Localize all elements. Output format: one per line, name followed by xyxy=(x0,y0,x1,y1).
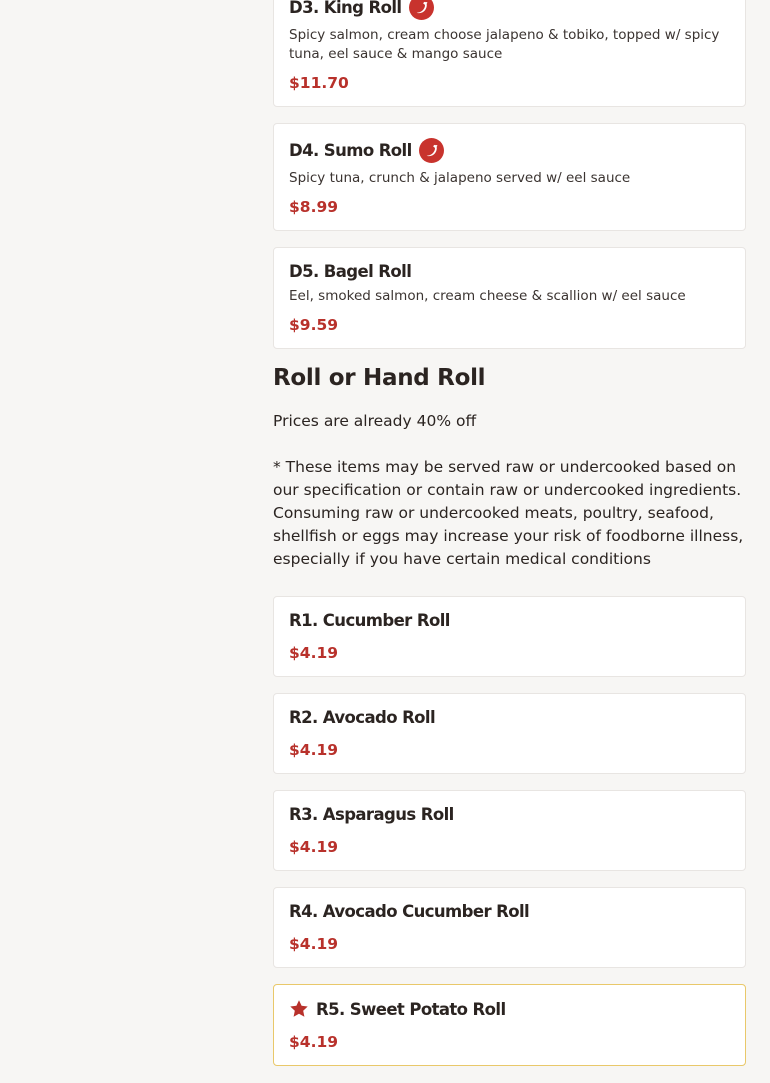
menu-item-title: D5. Bagel Roll xyxy=(289,262,412,281)
menu-item-description: Eel, smoked salmon, cream cheese & scall… xyxy=(289,288,686,304)
menu-item-price: $4.19 xyxy=(289,741,339,759)
menu-item-title: R3. Asparagus Roll xyxy=(289,805,454,824)
menu-item-d5[interactable]: D5. Bagel Roll Eel, smoked salmon, cream… xyxy=(273,247,746,349)
menu-item-price: $11.70 xyxy=(289,74,349,92)
menu-item-title: R4. Avocado Cucumber Roll xyxy=(289,902,530,921)
menu-item-r2[interactable]: R2. Avocado Roll $4.19 xyxy=(273,693,746,774)
menu-item-price: $4.19 xyxy=(289,838,339,856)
menu-item-price: $4.19 xyxy=(289,644,339,662)
section-discount-note: Prices are already 40% off xyxy=(273,412,477,430)
menu-item-price: $4.19 xyxy=(289,935,339,953)
section-note: Prices are already 40% off * These items… xyxy=(273,410,746,571)
menu-item-d3[interactable]: D3. King Roll Spicy salmon, cream choose… xyxy=(273,0,746,107)
menu-item-description: Spicy tuna, crunch & jalapeno served w/ … xyxy=(289,170,631,186)
menu-item-price: $4.19 xyxy=(289,1033,339,1051)
menu-item-price: $8.99 xyxy=(289,198,339,216)
chili-pepper-icon xyxy=(408,0,434,20)
menu-item-title: D4. Sumo Roll xyxy=(289,141,412,160)
menu-item-title: R2. Avocado Roll xyxy=(289,708,436,727)
menu-item-r3[interactable]: R3. Asparagus Roll $4.19 xyxy=(273,790,746,871)
menu-item-r1[interactable]: R1. Cucumber Roll $4.19 xyxy=(273,596,746,677)
star-icon xyxy=(289,999,309,1019)
menu-item-r4[interactable]: R4. Avocado Cucumber Roll $4.19 xyxy=(273,887,746,968)
menu-item-r5[interactable]: R5. Sweet Potato Roll $4.19 xyxy=(273,984,746,1066)
menu-item-title: R1. Cucumber Roll xyxy=(289,611,450,630)
menu-main: D3. King Roll Spicy salmon, cream choose… xyxy=(273,0,746,1082)
menu-item-title: R5. Sweet Potato Roll xyxy=(316,999,506,1019)
section-title: Roll or Hand Roll xyxy=(273,365,486,391)
section-raw-food-warning: * These items may be served raw or under… xyxy=(273,458,744,568)
menu-item-description: Spicy salmon, cream choose jalapeno & to… xyxy=(289,27,720,62)
menu-item-title: D3. King Roll xyxy=(289,0,402,17)
menu-item-d4[interactable]: D4. Sumo Roll Spicy tuna, crunch & jalap… xyxy=(273,123,746,231)
chili-pepper-icon xyxy=(418,138,444,163)
menu-item-price: $9.59 xyxy=(289,316,339,334)
